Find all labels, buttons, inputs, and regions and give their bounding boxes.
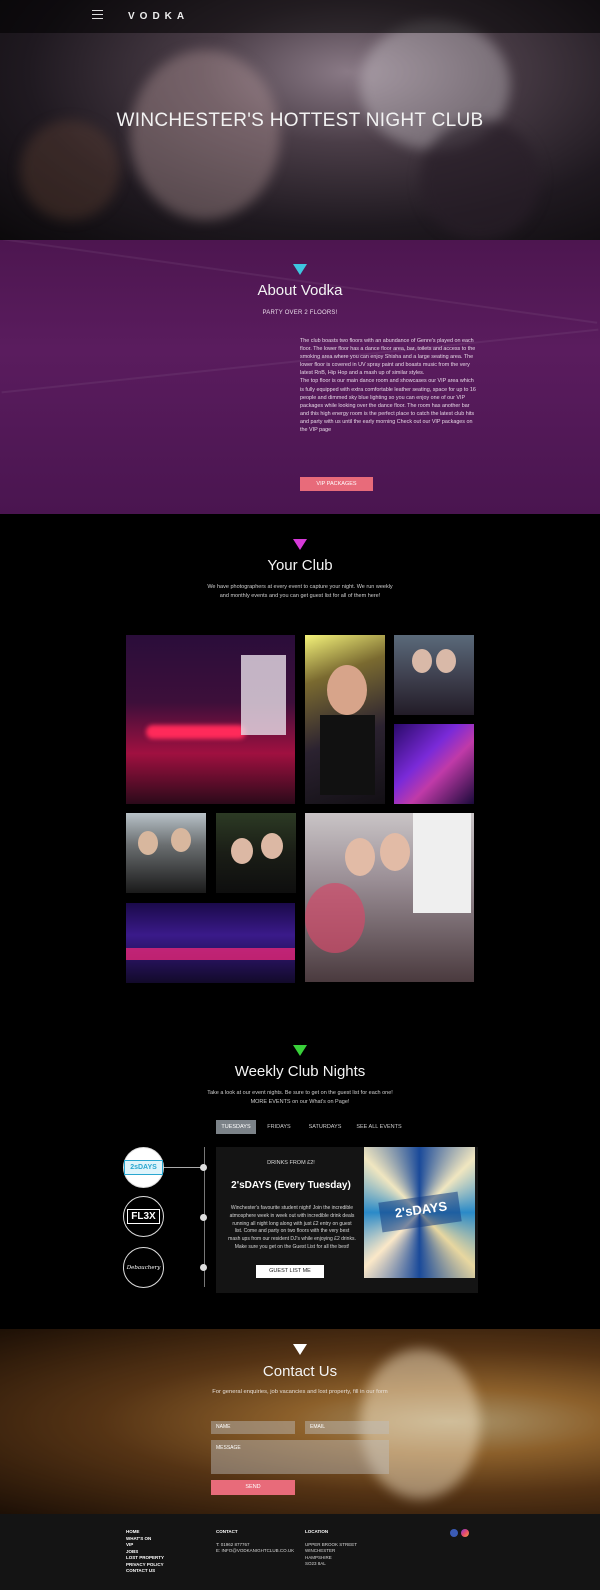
gallery-photo-friday-couple[interactable] [394,635,474,715]
hamburger-menu-icon[interactable] [92,10,103,20]
vip-packages-button[interactable]: VIP PACKAGES [300,477,373,491]
hero-banner: VODKA WINCHESTER'S HOTTEST NIGHT CLUB [0,0,600,240]
about-section: About Vodka PARTY OVER 2 FLOORS! The clu… [0,240,600,514]
footer-address-line: SO23 8AL [305,1561,326,1566]
timeline-dot [200,1214,207,1221]
footer-links: HOME WHAT'S ON VIP JOBS LOST PROPERTY PR… [126,1529,164,1575]
night-logo-2sdays[interactable]: 2sDAYS [123,1147,164,1188]
guest-list-button[interactable]: GUEST LIST ME [256,1265,324,1278]
tab-saturdays[interactable]: SATURDAYS [304,1120,346,1134]
footer-link-contact-us[interactable]: CONTACT US [126,1568,164,1575]
about-paragraph: The top floor is our main dance room and… [300,378,476,434]
night-logo-debauchery[interactable]: Debauchery [123,1247,164,1288]
about-paragraph: The club boasts two floors with an abund… [300,338,476,377]
night-logo-label: Debauchery [126,1264,161,1271]
chevron-down-icon [293,539,307,550]
tab-tuesdays[interactable]: TUESDAYS [216,1120,256,1134]
name-field[interactable]: NAME [211,1421,295,1434]
message-field[interactable]: MESSAGE [211,1440,389,1474]
timeline-dot [200,1164,207,1171]
night-logo-label: 2sDAYS [124,1160,163,1175]
night-logo-label: FL3X [127,1209,160,1224]
event-card: DRINKS FROM £2! 2'sDAYS (Every Tuesday) … [216,1147,478,1293]
gallery-photo-vodka-room[interactable] [126,903,295,983]
footer-link-lost-property[interactable]: LOST PROPERTY [126,1555,164,1562]
event-description: Winchester's favourite student night! Jo… [228,1205,356,1250]
weekly-description: Take a look at our event nights. Be sure… [207,1090,393,1105]
timeline-dot [200,1264,207,1271]
chevron-down-icon [293,1344,307,1355]
footer-contact: CONTACT T: 01962 877767 E: INFO@VODKANIG… [216,1529,294,1555]
instagram-icon[interactable] [461,1529,469,1537]
club-title: Your Club [267,557,333,574]
email-field[interactable]: EMAIL [305,1421,389,1434]
footer-location: LOCATION UPPER BROOK STREET WINCHESTER H… [305,1529,357,1568]
about-title: About Vodka [257,282,343,299]
about-subtitle: PARTY OVER 2 FLOORS! [262,310,338,316]
send-button[interactable]: SEND [211,1480,295,1495]
footer-email[interactable]: E: INFO@VODKANIGHTCLUB.CO.UK [216,1548,294,1555]
gallery-photo-two-girls[interactable] [126,813,206,893]
facebook-icon[interactable] [450,1529,458,1537]
chevron-down-icon [293,1045,307,1056]
chevron-down-icon [293,264,307,275]
top-navbar: VODKA [0,0,600,33]
event-poster[interactable]: 2'sDAYS [364,1147,475,1278]
tab-fridays[interactable]: FRIDAYS [262,1120,296,1134]
club-description: We have photographers at every event to … [207,584,393,599]
gallery-photo-girl-bottle[interactable] [305,635,385,804]
timeline-connector [164,1167,204,1168]
event-pretitle: DRINKS FROM £2! [267,1160,315,1166]
footer-location-heading: LOCATION [305,1529,329,1534]
tab-see-all-events[interactable]: SEE ALL EVENTS [354,1120,404,1134]
event-title: 2'sDAYS (Every Tuesday) [231,1180,351,1191]
gallery-photo-friday-girls[interactable] [216,813,296,893]
contact-section: Contact Us For general enquiries, job va… [0,1329,600,1514]
gallery-photo-smirnoff-girls[interactable] [305,813,474,982]
weekly-title: Weekly Club Nights [234,1063,366,1080]
footer: HOME WHAT'S ON VIP JOBS LOST PROPERTY PR… [0,1514,600,1590]
page: VODKA WINCHESTER'S HOTTEST NIGHT CLUB Ab… [0,0,600,1590]
site-logo[interactable]: VODKA [128,11,189,22]
footer-contact-heading: CONTACT [216,1529,238,1534]
hero-title: WINCHESTER'S HOTTEST NIGHT CLUB [116,110,484,131]
night-logo-flex[interactable]: FL3X [123,1196,164,1237]
contact-title: Contact Us [262,1363,338,1380]
gallery-photo-bar[interactable] [126,635,295,804]
contact-description: For general enquiries, job vacancies and… [212,1389,388,1395]
about-text: The club boasts two floors with an abund… [300,337,477,434]
gallery-photo-uv-wall[interactable] [394,724,474,804]
